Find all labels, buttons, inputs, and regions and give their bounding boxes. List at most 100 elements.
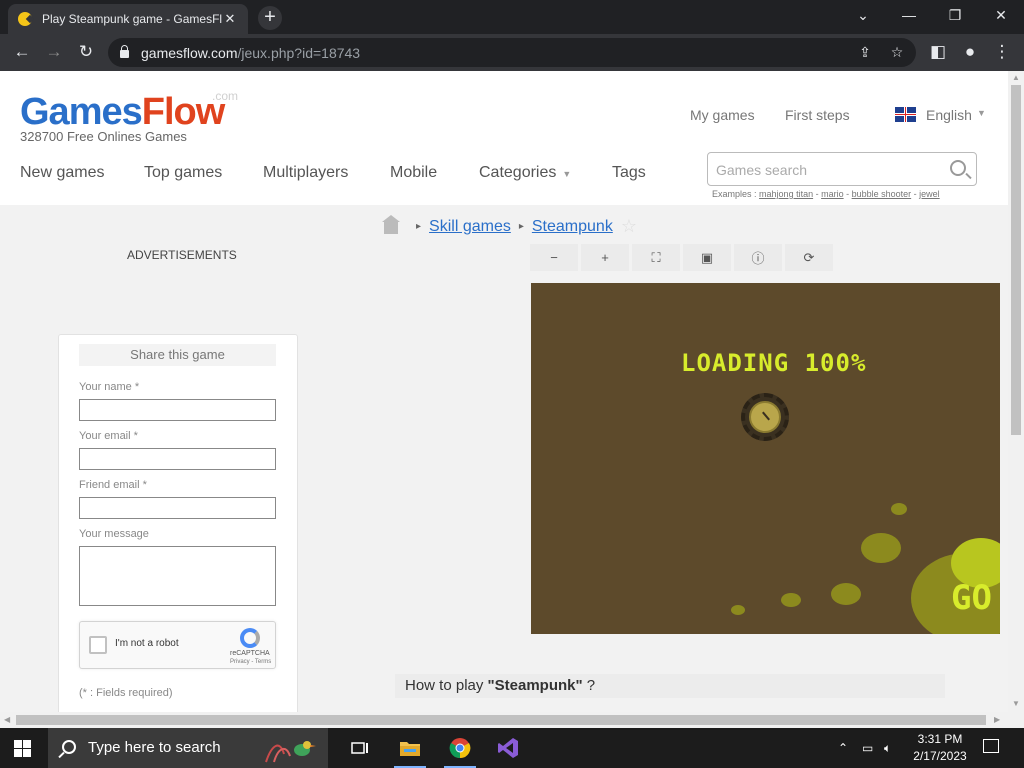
breadcrumb-skill-games[interactable]: Skill games (429, 218, 511, 236)
my-games-link[interactable]: My games (690, 107, 755, 123)
nav-mobile[interactable]: Mobile (390, 164, 437, 182)
info-button[interactable]: ⓘ (734, 244, 782, 271)
chevron-down-icon[interactable]: ▼ (977, 108, 986, 118)
nav-multiplayers[interactable]: Multiplayers (263, 164, 348, 182)
site-logo[interactable]: GamesFlow .com (20, 89, 238, 134)
file-explorer-icon[interactable] (394, 732, 426, 764)
share-icon[interactable]: ⇪ (856, 44, 874, 62)
clock-time: 3:31 PM (917, 732, 963, 746)
nav-categories[interactable]: Categories ▼ (479, 164, 571, 182)
close-window-button[interactable]: ✕ (978, 0, 1024, 30)
language-selector[interactable]: English (926, 107, 972, 123)
network-icon[interactable]: ▭ (862, 728, 880, 768)
reload-game-button[interactable]: ⟳ (785, 244, 833, 271)
paint-splat (731, 605, 745, 615)
profile-icon[interactable]: ● (958, 40, 982, 64)
horizontal-scroll-thumb[interactable] (16, 715, 986, 725)
system-clock[interactable]: 3:31 PM 2/17/2023 (900, 731, 980, 765)
email-field[interactable] (79, 448, 276, 470)
name-field[interactable] (79, 399, 276, 421)
howto-prefix: How to play (405, 677, 488, 694)
message-label: Your message (79, 528, 149, 540)
scroll-down-icon[interactable]: ▼ (1012, 699, 1020, 708)
info-icon: ⓘ (751, 251, 765, 266)
breadcrumb: ▸ Skill games ▸ Steampunk ☆ (382, 214, 637, 237)
breadcrumb-separator: ▸ (518, 221, 524, 232)
share-title: Share this game (79, 344, 276, 366)
nav-tags[interactable]: Tags (612, 164, 646, 182)
lock-icon[interactable] (120, 45, 129, 58)
scroll-up-icon[interactable]: ▲ (1012, 73, 1020, 82)
zoom-in-button[interactable]: + (581, 244, 629, 271)
fit-button[interactable]: ▣ (683, 244, 731, 271)
bird-illustration-icon (265, 741, 316, 763)
example-link[interactable]: mahjong titan (759, 189, 813, 199)
nav-new-games[interactable]: New games (20, 164, 104, 182)
tab-search-icon[interactable]: ⌄ (840, 0, 886, 30)
howto-game-name: "Steampunk" (487, 677, 583, 694)
horizontal-scrollbar[interactable]: ◀ ▶ (0, 712, 1024, 728)
captcha-terms[interactable]: Privacy - Terms (230, 659, 271, 665)
scroll-left-icon[interactable]: ◀ (4, 715, 10, 724)
captcha-checkbox[interactable] (89, 636, 107, 654)
bookmark-star-icon[interactable]: ☆ (888, 44, 906, 62)
windows-start-icon[interactable] (14, 740, 31, 757)
uk-flag-icon[interactable] (895, 107, 916, 122)
game-canvas[interactable]: LOADING 100% GO (531, 283, 1000, 634)
search-examples: Examples : mahjong titan - mario - bubbl… (712, 189, 940, 199)
breadcrumb-game[interactable]: Steampunk (532, 218, 613, 236)
notification-icon[interactable] (983, 739, 999, 753)
example-link[interactable]: bubble shooter (852, 189, 912, 199)
chrome-icon[interactable] (444, 732, 476, 764)
how-to-play-heading: How to play "Steampunk" ? (395, 674, 945, 698)
go-text: GO (951, 578, 992, 618)
minimize-button[interactable]: — (886, 0, 932, 30)
vertical-scrollbar[interactable]: ▲ ▼ (1008, 71, 1024, 712)
howto-suffix: ? (582, 677, 596, 694)
reload-page-icon[interactable]: ↻ (74, 40, 98, 64)
windows-taskbar: Type here to search ⌃ ▭ 🔈︎ 3:31 PM 2/17/… (0, 728, 1024, 768)
example-link[interactable]: mario (821, 189, 844, 199)
recaptcha-widget: I'm not a robot reCAPTCHA Privacy - Term… (79, 621, 276, 669)
chevron-down-icon: ▼ (562, 169, 572, 179)
menu-kebab-icon[interactable]: ⋮ (990, 40, 1014, 64)
vertical-scroll-thumb[interactable] (1011, 85, 1021, 435)
favorite-star-icon[interactable]: ☆ (621, 216, 637, 237)
task-view-icon[interactable] (344, 732, 376, 764)
nav-top-games[interactable]: Top games (144, 164, 222, 182)
side-panel-icon[interactable]: ◧ (926, 40, 950, 64)
browser-tab-strip: Play Steampunk game - GamesFlow ✕ + ⌄ — … (0, 0, 1024, 34)
new-tab-button[interactable]: + (258, 6, 282, 30)
forward-icon[interactable]: → (42, 40, 66, 64)
logo-games-text: Games (20, 91, 143, 133)
scroll-right-icon[interactable]: ▶ (994, 715, 1000, 724)
recaptcha-logo-icon (240, 628, 260, 648)
games-search-input[interactable] (708, 153, 928, 187)
message-textarea[interactable] (79, 546, 276, 606)
tray-overflow-icon[interactable]: ⌃ (838, 728, 856, 768)
zoom-out-button[interactable]: − (530, 244, 578, 271)
restore-button[interactable]: ❐ (932, 0, 978, 30)
tab-close-icon[interactable]: ✕ (222, 11, 238, 27)
url-path: /jeux.php?id=18743 (237, 44, 361, 61)
paint-splat (831, 583, 861, 605)
back-icon[interactable]: ← (10, 40, 34, 64)
example-link[interactable]: jewel (919, 189, 940, 199)
friend-email-field[interactable] (79, 497, 276, 519)
first-steps-link[interactable]: First steps (785, 107, 850, 123)
search-icon[interactable] (950, 160, 966, 176)
zoom-in-icon: + (601, 250, 609, 265)
visual-studio-icon[interactable] (492, 732, 524, 764)
browser-toolbar: ← → ↻ gamesflow.com /jeux.php?id=18743 ⇪… (0, 34, 1024, 71)
reload-icon: ⟳ (803, 249, 815, 265)
captcha-brand: reCAPTCHA (230, 650, 270, 657)
fullscreen-icon: ⛶ (651, 249, 661, 265)
zoom-out-icon: − (550, 250, 558, 265)
home-icon[interactable] (382, 214, 400, 234)
games-search-box (707, 152, 977, 187)
email-label: Your email * (79, 430, 138, 442)
browser-tab[interactable]: Play Steampunk game - GamesFlow ✕ (8, 4, 248, 34)
address-bar[interactable]: gamesflow.com /jeux.php?id=18743 ⇪ ☆ (108, 38, 916, 67)
fullscreen-button[interactable]: ⛶ (632, 244, 680, 271)
paint-splat (891, 503, 907, 515)
